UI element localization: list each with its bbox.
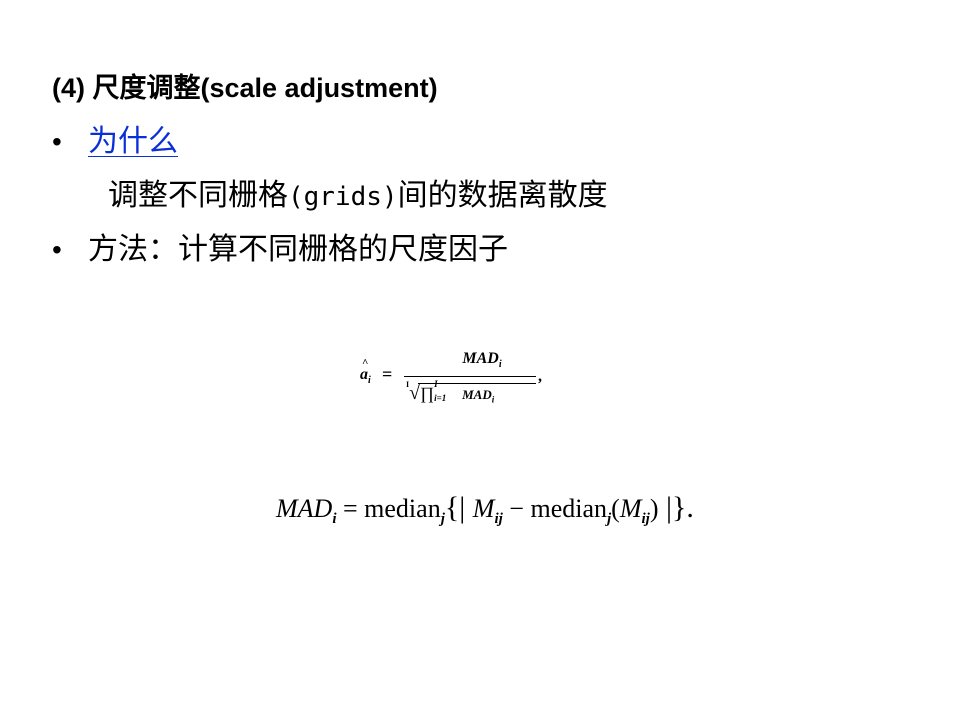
heading-title-cn: 尺度调整: [92, 73, 201, 103]
formula2-paren-open: (: [611, 494, 620, 523]
formula1-lhs: ^ ai: [360, 357, 371, 387]
heading-number: (4): [52, 73, 93, 103]
formula1-comma: ,: [538, 368, 542, 385]
formula2-lhs: MAD: [276, 494, 333, 523]
formula1-numerator: MADi: [434, 350, 530, 370]
formula2-open-brace: {|: [444, 491, 473, 524]
formula2-minus: −: [502, 494, 531, 523]
formula2-equals: =: [336, 494, 365, 523]
formula1-numerator-mad: MAD: [462, 350, 499, 367]
formula1-denominator: I √∏ Ii=1 MADi: [406, 379, 536, 405]
mad-formula: MADi = medianj{| Mij − medianj(Mij) |}.: [276, 488, 694, 536]
formula1-product-limits: Ii=1: [434, 379, 456, 403]
formula2-m1-sub: ij: [494, 511, 503, 528]
explanation-text-end: 间的数据离散度: [397, 178, 608, 213]
formula1-lhs-sub: i: [368, 375, 371, 387]
scale-factor-formula: ^ ai = MADi I√∏ Ii=1 MADi ,: [358, 348, 548, 420]
explanation-text-start: 调整不同栅格: [108, 178, 288, 213]
formula2-close-brace: |}.: [658, 491, 694, 524]
formula1-numerator-sub: i: [498, 359, 502, 371]
radical-icon: √: [409, 382, 421, 404]
formula1-den-mad: MADi: [462, 387, 495, 405]
why-explanation: 调整不同栅格(grids)间的数据离散度: [108, 174, 608, 219]
explanation-grids-term: (grids): [288, 182, 398, 212]
formula1-product-upper: I: [434, 379, 438, 389]
formula2-m2: M: [619, 494, 642, 523]
formula1-equals: =: [382, 364, 393, 384]
bullet-icon: •: [52, 126, 62, 157]
formula1-root-overline: [418, 383, 536, 384]
bullet-icon: •: [52, 234, 62, 265]
heading-title-en: (scale adjustment): [200, 73, 438, 103]
formula2-m1: M: [472, 494, 495, 523]
formula1-product-lower: i=1: [434, 393, 447, 403]
formula1-fraction-bar: [404, 376, 536, 377]
formula1-hat: ^: [362, 357, 369, 369]
formula1-den-mad-sub: i: [491, 394, 495, 405]
formula2-median2: median: [530, 494, 607, 523]
why-link[interactable]: 为什么: [88, 120, 178, 164]
product-icon: ∏: [420, 384, 435, 403]
method-text: 方法：计算不同栅格的尺度因子: [88, 232, 508, 267]
formula1-den-mad-text: MAD: [462, 387, 492, 402]
formula2-paren-close: ): [649, 494, 659, 523]
formula2-median1: median: [364, 494, 441, 523]
slide-heading: (4) 尺度调整(scale adjustment): [52, 68, 438, 108]
formula2-m2-sub: ij: [641, 511, 650, 528]
